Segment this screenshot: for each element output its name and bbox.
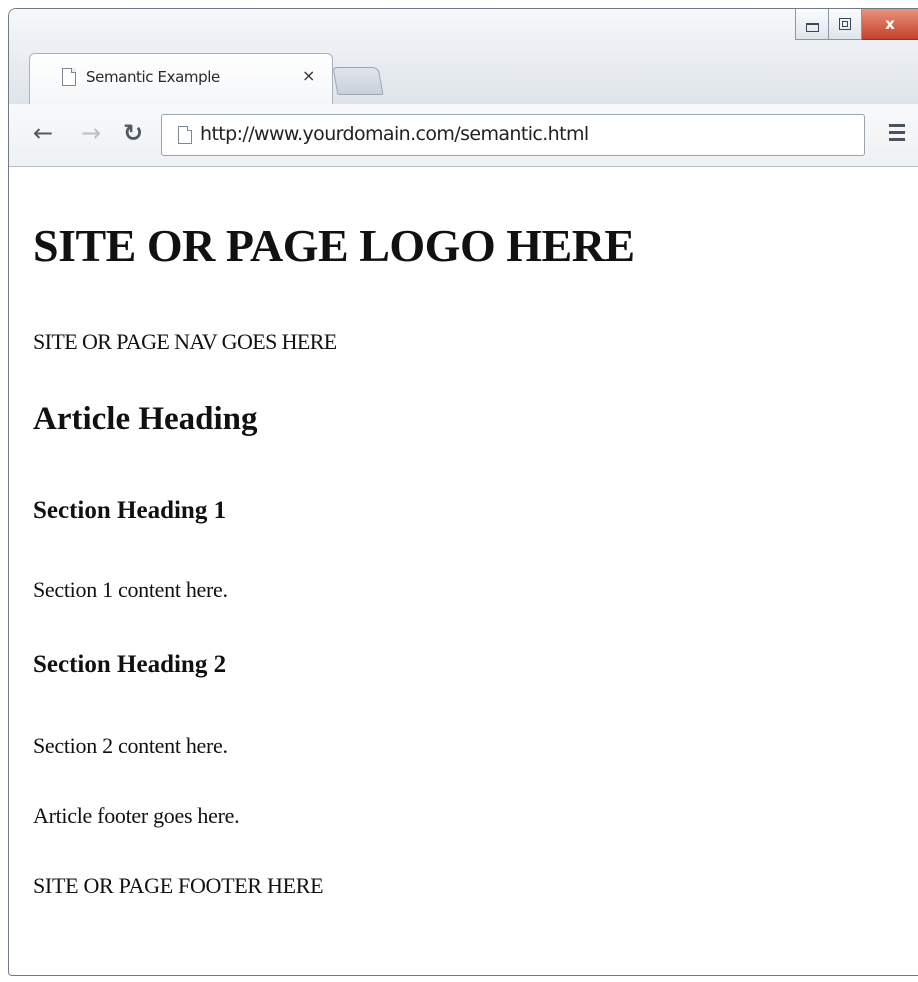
close-button[interactable]: x	[862, 9, 918, 40]
tab-semantic-example[interactable]: Semantic Example ×	[29, 53, 333, 106]
close-icon: x	[885, 15, 895, 33]
browser-window: Semantic Example × x ← → ↻ http://www.yo…	[8, 8, 918, 976]
page-icon	[62, 68, 76, 86]
address-bar[interactable]: http://www.yourdomain.com/semantic.html	[161, 114, 865, 156]
back-arrow-icon[interactable]: ←	[33, 118, 53, 148]
toolbar: ← → ↻ http://www.yourdomain.com/semantic…	[9, 104, 918, 167]
minimize-button[interactable]	[795, 9, 829, 40]
tab-close-icon[interactable]: ×	[302, 66, 315, 85]
menu-icon[interactable]	[889, 124, 905, 142]
section-heading-2: Section Heading 2	[33, 651, 227, 678]
window-controls: x	[795, 9, 918, 41]
page-content: SITE OR PAGE LOGO HERE SITE OR PAGE NAV …	[9, 167, 918, 975]
page-icon	[178, 126, 192, 144]
maximize-button[interactable]	[829, 9, 862, 40]
section-heading-1: Section Heading 1	[33, 497, 227, 524]
url-text[interactable]: http://www.yourdomain.com/semantic.html	[200, 123, 589, 145]
site-nav: SITE OR PAGE NAV GOES HERE	[33, 329, 337, 354]
site-footer: SITE OR PAGE FOOTER HERE	[33, 873, 324, 898]
title-bar: Semantic Example × x	[9, 9, 918, 106]
site-logo: SITE OR PAGE LOGO HERE	[33, 220, 635, 271]
new-tab-button[interactable]	[332, 67, 384, 95]
minimize-icon	[805, 22, 819, 32]
section-2-content: Section 2 content here.	[33, 733, 228, 758]
reload-icon[interactable]: ↻	[123, 118, 143, 148]
forward-arrow-icon[interactable]: →	[81, 118, 101, 148]
maximize-icon	[839, 18, 851, 30]
article-heading: Article Heading	[33, 401, 258, 437]
article-footer: Article footer goes here.	[33, 803, 240, 828]
section-1-content: Section 1 content here.	[33, 577, 228, 602]
tab-title: Semantic Example	[86, 68, 220, 86]
